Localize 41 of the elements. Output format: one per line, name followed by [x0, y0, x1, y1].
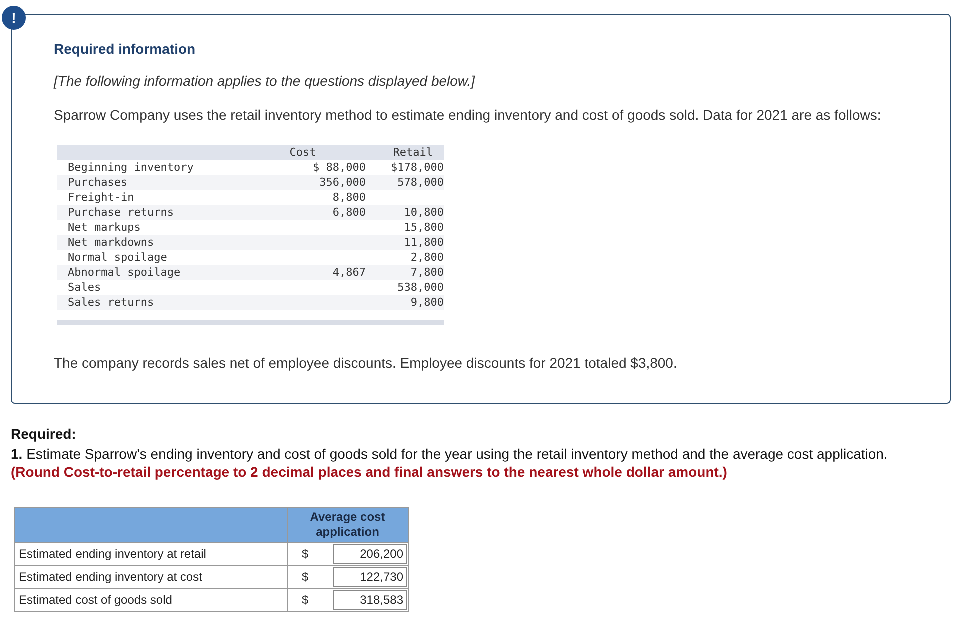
retail-value: 15,800: [403, 220, 444, 235]
row-label: Estimated ending inventory at cost: [14, 566, 288, 588]
info-note: [The following information applies to the questions displayed below.]: [54, 72, 476, 91]
retail-value: 2,800: [410, 250, 444, 265]
answer-field[interactable]: 318,583: [332, 590, 406, 610]
cost-value: 356,000: [318, 175, 366, 190]
column-header: Average cost application: [288, 508, 408, 542]
info-title: Required information: [54, 40, 197, 59]
row-label: Beginning inventory: [68, 160, 195, 175]
retail-value: 578,000: [396, 175, 444, 190]
answer-field[interactable]: 206,200: [332, 544, 406, 564]
required-heading: Required:: [11, 425, 78, 444]
cost-value: 8,800: [332, 190, 366, 205]
alert-badge: !: [2, 6, 26, 30]
column-header: Retail: [392, 145, 433, 160]
row-label: Sales: [68, 280, 102, 295]
cost-value: $ 88,000: [312, 160, 366, 175]
row-label: Purchase returns: [68, 205, 175, 220]
row-label: Estimated ending inventory at retail: [14, 542, 288, 566]
retail-value: 11,800: [403, 235, 444, 250]
rounding-instruction: (Round Cost-to-retail percentage to 2 decimal places and final answers to the nearest whole dollar amount.): [11, 464, 728, 480]
row-label: Abnormal spoilage: [68, 265, 182, 280]
row-label: Sales returns: [68, 295, 156, 310]
answer-field[interactable]: 122,730: [332, 567, 406, 587]
row-label: Purchases: [68, 175, 129, 190]
row-label: Net markups: [68, 220, 142, 235]
footer-text: The company records sales net of employee discounts. Employee discounts for 2021 totaled $3,800.: [54, 354, 678, 373]
retail-value: 538,000: [396, 280, 444, 295]
row-label: Freight-in: [68, 190, 136, 205]
cost-value: 4,867: [332, 265, 366, 280]
row-label: Net markdowns: [68, 235, 156, 250]
intro-text: Sparrow Company uses the retail inventory method to estimate ending inventory and cost of goods sold. Data for 2021 are as follows:: [54, 106, 882, 124]
retail-value: 10,800: [403, 205, 444, 220]
row-label: Normal spoilage: [68, 250, 168, 265]
retail-value: $178,000: [390, 160, 444, 175]
question-text: 1. Estimate Sparrow’s ending inventory and cost of goods sold for the year using the retail inventory method and the average cost application. (Round Cost-to-retail percentage to 2 decimal places and final answers to the nearest whole dollar amount.): [11, 445, 889, 481]
column-header: Cost: [288, 145, 318, 160]
cost-value: 6,800: [332, 205, 366, 220]
row-label: Estimated cost of goods sold: [14, 588, 288, 612]
retail-value: 7,800: [410, 265, 444, 280]
retail-value: 9,800: [410, 295, 444, 310]
